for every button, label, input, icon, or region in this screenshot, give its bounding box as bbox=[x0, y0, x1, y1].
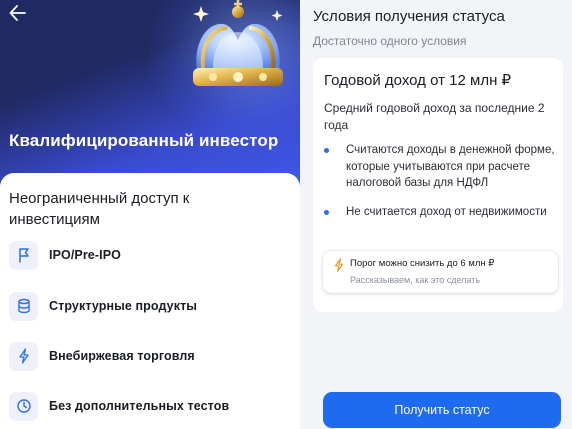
feature-label: Внебиржевая торговля bbox=[49, 349, 195, 363]
threshold-hint-card[interactable]: Порог можно снизить до 6 млн ₽ Рассказыв… bbox=[323, 251, 558, 293]
hint-link[interactable]: Рассказываем, как это сделать bbox=[350, 275, 480, 285]
income-condition-card: Годовой доход от 12 млн ₽ Средний годово… bbox=[313, 58, 563, 312]
sheet-title: Неограниченный доступ к инвестициям bbox=[9, 190, 190, 228]
hint-title: Порог можно снизить до 6 млн ₽ bbox=[350, 258, 495, 269]
database-icon bbox=[9, 291, 38, 321]
page-title: Квалифицированный инвестор bbox=[9, 131, 279, 150]
benefits-sheet: Неограниченный доступ к инвестициям IPO/… bbox=[0, 173, 300, 429]
feature-label: IPO/Pre-IPO bbox=[49, 248, 121, 262]
lightning-icon bbox=[333, 258, 345, 272]
feature-no-tests: Без дополнительных тестов bbox=[9, 391, 294, 421]
back-arrow-icon[interactable] bbox=[6, 2, 30, 24]
lightning-icon bbox=[9, 341, 38, 371]
list-item: Считаются доходы в денежной форме, котор… bbox=[324, 142, 556, 192]
list-item: Не считается доход от недвижимости bbox=[324, 204, 556, 221]
feature-otc-trading: Внебиржевая торговля bbox=[9, 341, 294, 371]
bullet-text: Не считается доход от недвижимости bbox=[346, 206, 547, 218]
investor-status-screen: Квалифицированный инвестор Неограниченны… bbox=[0, 0, 300, 429]
status-conditions-screen: Условия получения статуса Достаточно одн… bbox=[300, 0, 572, 429]
feature-label: Без дополнительных тестов bbox=[49, 399, 230, 413]
bullet-text: Считаются доходы в денежной форме, котор… bbox=[346, 144, 555, 189]
hero-banner: Квалифицированный инвестор bbox=[0, 0, 300, 190]
crown-icon bbox=[183, 0, 293, 92]
card-description: Средний годовой доход за последние 2 год… bbox=[324, 101, 545, 132]
get-status-button[interactable]: Получить статус bbox=[323, 392, 561, 428]
feature-structured-products: Структурные продукты bbox=[9, 291, 294, 321]
bullet-dot bbox=[324, 210, 329, 215]
conditions-subtitle: Достаточно одного условия bbox=[313, 34, 467, 48]
feature-label: Структурные продукты bbox=[49, 299, 198, 313]
feature-ipo: IPO/Pre-IPO bbox=[9, 240, 294, 270]
clock-icon bbox=[9, 391, 38, 421]
card-title: Годовой доход от 12 млн ₽ bbox=[324, 72, 512, 89]
bullet-dot bbox=[324, 148, 329, 153]
conditions-title: Условия получения статуса bbox=[313, 8, 505, 25]
flag-icon bbox=[9, 240, 38, 270]
